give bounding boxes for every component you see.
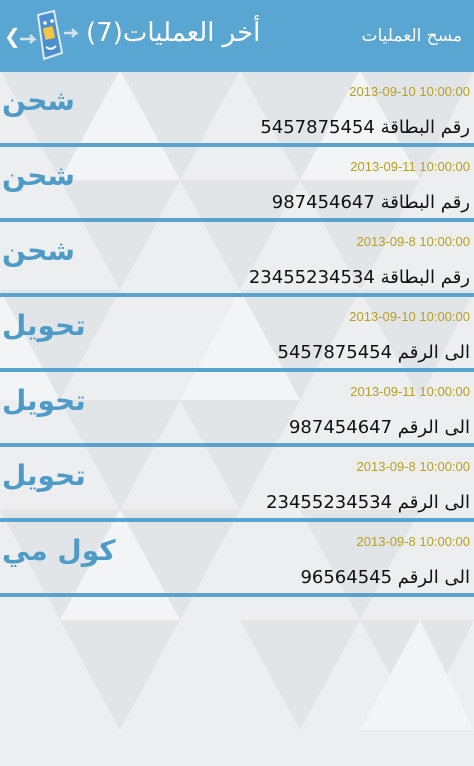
transaction-date: 2013-09-8 10:00:00	[356, 234, 470, 249]
transaction-row[interactable]: 2013-09-11 10:00:00 شحن رقم البطاقة 9874…	[0, 147, 474, 222]
transaction-row[interactable]: 2013-09-11 10:00:00 تحويل الى الرقم 9874…	[0, 372, 474, 447]
transaction-detail: الى الرقم 23455234534	[266, 492, 470, 513]
transaction-row[interactable]: 2013-09-8 10:00:00 تحويل الى الرقم 23455…	[0, 447, 474, 522]
transaction-type: شحن	[2, 84, 75, 117]
transaction-date: 2013-09-10 10:00:00	[349, 84, 470, 99]
transaction-detail: الى الرقم 5457875454	[277, 342, 470, 363]
transaction-detail: الى الرقم 96564545	[300, 567, 470, 588]
transaction-type: شحن	[2, 234, 75, 267]
sim-card-transfer-icon[interactable]	[16, 9, 80, 63]
transaction-date: 2013-09-8 10:00:00	[356, 459, 470, 474]
transaction-date: 2013-09-11 10:00:00	[350, 159, 470, 174]
transaction-row[interactable]: 2013-09-10 10:00:00 تحويل الى الرقم 5457…	[0, 297, 474, 372]
transaction-detail: رقم البطاقة 987454647	[271, 192, 470, 213]
transaction-date: 2013-09-10 10:00:00	[349, 309, 470, 324]
clear-history-button[interactable]: مسح العمليات	[361, 26, 462, 46]
transaction-type: تحويل	[2, 459, 86, 492]
transaction-row[interactable]: 2013-09-8 10:00:00 شحن رقم البطاقة 23455…	[0, 222, 474, 297]
transaction-type: تحويل	[2, 309, 86, 342]
action-bar: ❮ أخر العمليات(7) مسح العمليات	[0, 0, 474, 72]
transaction-row[interactable]: 2013-09-10 10:00:00 شحن رقم البطاقة 5457…	[0, 72, 474, 147]
transaction-date: 2013-09-8 10:00:00	[356, 534, 470, 549]
transaction-detail: رقم البطاقة 5457875454	[260, 117, 470, 138]
transaction-detail: الى الرقم 987454647	[288, 417, 470, 438]
transaction-detail: رقم البطاقة 23455234534	[248, 267, 470, 288]
transaction-type: تحويل	[2, 384, 86, 417]
transaction-type: شحن	[2, 159, 75, 192]
transaction-row[interactable]: 2013-09-8 10:00:00 كول مي الى الرقم 9656…	[0, 522, 474, 597]
transaction-list: 2013-09-10 10:00:00 شحن رقم البطاقة 5457…	[0, 72, 474, 597]
transaction-date: 2013-09-11 10:00:00	[350, 384, 470, 399]
transaction-type: كول مي	[2, 534, 116, 567]
row-divider	[0, 593, 474, 597]
page-title: أخر العمليات(7)	[86, 18, 261, 48]
